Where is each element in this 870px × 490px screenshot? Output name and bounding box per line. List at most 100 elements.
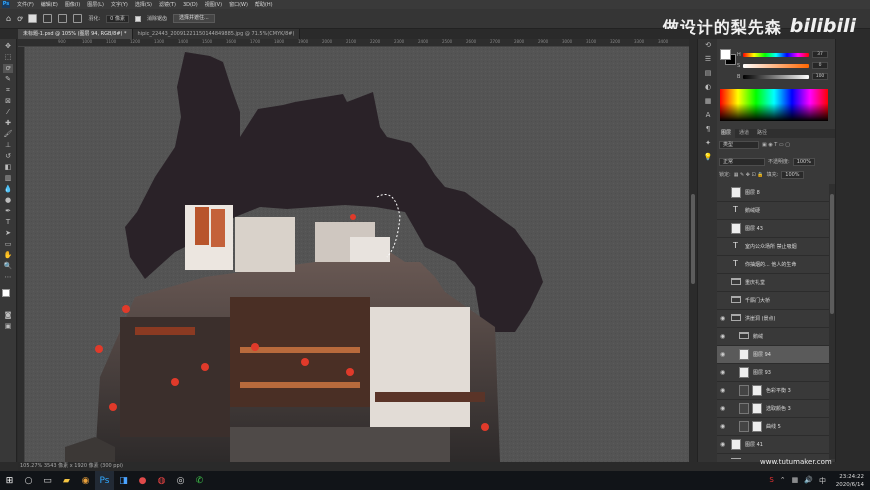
menu-layer[interactable]: 图层(L) bbox=[87, 1, 104, 8]
foreground-color-swatch[interactable] bbox=[2, 289, 10, 297]
media-app-icon[interactable]: ● bbox=[133, 471, 152, 490]
home-icon[interactable]: ⌂ bbox=[6, 14, 11, 23]
layer-row[interactable]: T 鹅绒硬 bbox=[717, 202, 829, 220]
tab-document-2[interactable]: hipic_22443_20091221150144849885.jpg @ 7… bbox=[132, 29, 301, 39]
screen-mode-icon[interactable]: ▣ bbox=[3, 322, 13, 331]
saturation-slider[interactable] bbox=[743, 64, 809, 68]
visibility-eye-icon[interactable]: ◉ bbox=[720, 315, 725, 322]
blur-tool-icon[interactable]: 💧 bbox=[3, 185, 13, 194]
volume-icon[interactable]: 🔊 bbox=[804, 476, 813, 486]
fg-color-swatch[interactable] bbox=[720, 49, 731, 60]
lightbulb-icon[interactable]: 💡 bbox=[703, 153, 713, 162]
layer-row[interactable]: ◉ 曲线 5 bbox=[717, 418, 829, 436]
history-brush-tool-icon[interactable]: ↺ bbox=[3, 152, 13, 161]
tab-channels[interactable]: 通道 bbox=[735, 129, 753, 138]
ime-icon[interactable]: 中 bbox=[819, 476, 826, 486]
window-app-icon[interactable]: ◨ bbox=[114, 471, 133, 490]
lock-icons[interactable]: ▦ ✎ ✥ ⊡ 🔒 bbox=[734, 172, 764, 178]
antialias-checkbox[interactable] bbox=[134, 15, 141, 22]
canvas-scroll-thumb[interactable] bbox=[691, 194, 695, 284]
tray-arrow-icon[interactable]: ⌃ bbox=[780, 476, 786, 486]
opacity-input[interactable]: 100% bbox=[792, 157, 815, 166]
menu-type[interactable]: 文字(Y) bbox=[111, 1, 128, 8]
layer-row[interactable]: ◉ 图层 94 bbox=[717, 346, 829, 364]
fill-input[interactable]: 100% bbox=[781, 170, 804, 179]
libraries-panel-icon[interactable]: ▤ bbox=[703, 69, 713, 78]
history-panel-icon[interactable]: ⟲ bbox=[703, 41, 713, 50]
layer-row[interactable]: ◉ 选取颜色 3 bbox=[717, 400, 829, 418]
canvas-scrollbar[interactable] bbox=[689, 39, 697, 462]
properties-panel-icon[interactable]: ☰ bbox=[703, 55, 713, 64]
tab-document-1[interactable]: 未标题-1.psd @ 105% (图层 94, RGB/8#) * bbox=[18, 29, 133, 39]
layer-row[interactable]: T 你抽烟的... 他人的生命 bbox=[717, 256, 829, 274]
intersect-selection-icon[interactable] bbox=[73, 14, 83, 23]
layer-row[interactable]: 图层 43 bbox=[717, 220, 829, 238]
menu-3d[interactable]: 3D(D) bbox=[183, 2, 198, 8]
paragraph-panel-icon[interactable]: ¶ bbox=[703, 125, 713, 134]
visibility-eye-icon[interactable]: ◉ bbox=[720, 405, 725, 412]
music-app-icon[interactable]: ◍ bbox=[152, 471, 171, 490]
tab-paths[interactable]: 路径 bbox=[753, 129, 771, 138]
photoshop-taskbar-icon[interactable]: Ps bbox=[95, 471, 114, 490]
brightness-value[interactable]: 100 bbox=[812, 73, 828, 80]
menu-select[interactable]: 选择(S) bbox=[135, 1, 152, 8]
brightness-slider[interactable] bbox=[743, 75, 809, 79]
hue-slider[interactable] bbox=[743, 53, 809, 57]
character-panel-icon[interactable]: A bbox=[703, 111, 713, 120]
layer-row[interactable]: 重庆礼堂 bbox=[717, 274, 829, 292]
path-select-tool-icon[interactable]: ➤ bbox=[3, 229, 13, 238]
layer-row[interactable]: ◉ 图层 93 bbox=[717, 364, 829, 382]
add-selection-icon[interactable] bbox=[43, 14, 53, 23]
menu-filter[interactable]: 滤镜(T) bbox=[159, 1, 176, 8]
pen-tool-icon[interactable]: ✒ bbox=[3, 207, 13, 216]
new-selection-icon[interactable] bbox=[28, 14, 38, 23]
visibility-eye-icon[interactable]: ◉ bbox=[720, 333, 725, 340]
menu-file[interactable]: 文件(F) bbox=[17, 1, 34, 8]
move-tool-icon[interactable]: ✥ bbox=[3, 42, 13, 51]
layer-row[interactable]: ◉ 鹅绒 bbox=[717, 328, 829, 346]
brush-tool-icon[interactable]: 🖌 bbox=[3, 130, 13, 139]
adjustments-panel-icon[interactable]: ◐ bbox=[703, 83, 713, 92]
menu-help[interactable]: 帮助(H) bbox=[255, 1, 273, 8]
saturation-value[interactable]: 0 bbox=[812, 62, 828, 69]
taskbar-clock[interactable]: 23:24:22 2020/6/14 bbox=[836, 471, 864, 490]
chrome-icon[interactable]: ◉ bbox=[76, 471, 95, 490]
hue-value[interactable]: 37 bbox=[812, 51, 828, 58]
subtract-selection-icon[interactable] bbox=[58, 14, 68, 23]
type-tool-icon[interactable]: T bbox=[3, 218, 13, 227]
stamp-tool-icon[interactable]: ⊥ bbox=[3, 141, 13, 150]
layer-row[interactable]: ◉ 色彩平衡 3 bbox=[717, 382, 829, 400]
eyedropper-tool-icon[interactable]: ⁄ bbox=[3, 108, 13, 117]
visibility-eye-icon[interactable]: ◉ bbox=[720, 441, 725, 448]
canvas[interactable] bbox=[25, 47, 689, 462]
quick-mask-icon[interactable]: ◙ bbox=[3, 311, 13, 320]
menu-image[interactable]: 图像(I) bbox=[65, 1, 80, 8]
more-tools-icon[interactable]: ⋯ bbox=[3, 273, 13, 282]
layer-row[interactable]: ◉ 洪崖洞 (景点) bbox=[717, 310, 829, 328]
visibility-eye-icon[interactable]: ◉ bbox=[720, 423, 725, 430]
crop-tool-icon[interactable]: ⌗ bbox=[3, 86, 13, 95]
layer-row[interactable]: 千厮门大桥 bbox=[717, 292, 829, 310]
menu-window[interactable]: 窗口(W) bbox=[229, 1, 248, 8]
layer-list-scroll-thumb[interactable] bbox=[830, 194, 834, 314]
layer-row[interactable]: ◉ 图层 41 bbox=[717, 436, 829, 454]
menu-view[interactable]: 视图(V) bbox=[205, 1, 222, 8]
layer-filter-select[interactable]: 类型 bbox=[719, 140, 759, 149]
layer-row[interactable]: 图层 8 bbox=[717, 184, 829, 202]
swatches-panel-icon[interactable]: ▦ bbox=[703, 97, 713, 106]
color-spectrum[interactable] bbox=[720, 89, 828, 121]
screen-recorder-icon[interactable]: ◎ bbox=[171, 471, 190, 490]
layer-row[interactable]: T 室内公众场所 禁止吸烟 bbox=[717, 238, 829, 256]
feather-input[interactable]: 0 像素 bbox=[106, 14, 129, 23]
healing-tool-icon[interactable]: ✚ bbox=[3, 119, 13, 128]
dodge-tool-icon[interactable]: ● bbox=[3, 196, 13, 205]
wechat-icon[interactable]: ✆ bbox=[190, 471, 209, 490]
hand-tool-icon[interactable]: ✋ bbox=[3, 251, 13, 260]
visibility-eye-icon[interactable]: ◉ bbox=[720, 387, 725, 394]
filter-icons[interactable]: ▣ ◉ T ▭ ▢ bbox=[762, 142, 790, 148]
input-method-icon[interactable]: S bbox=[769, 476, 773, 486]
shape-tool-icon[interactable]: ▭ bbox=[3, 240, 13, 249]
lasso-tool-preset-icon[interactable]: ꝍ bbox=[17, 13, 22, 24]
zoom-tool-icon[interactable]: 🔍 bbox=[3, 262, 13, 271]
tab-layers[interactable]: 图层 bbox=[717, 129, 736, 138]
